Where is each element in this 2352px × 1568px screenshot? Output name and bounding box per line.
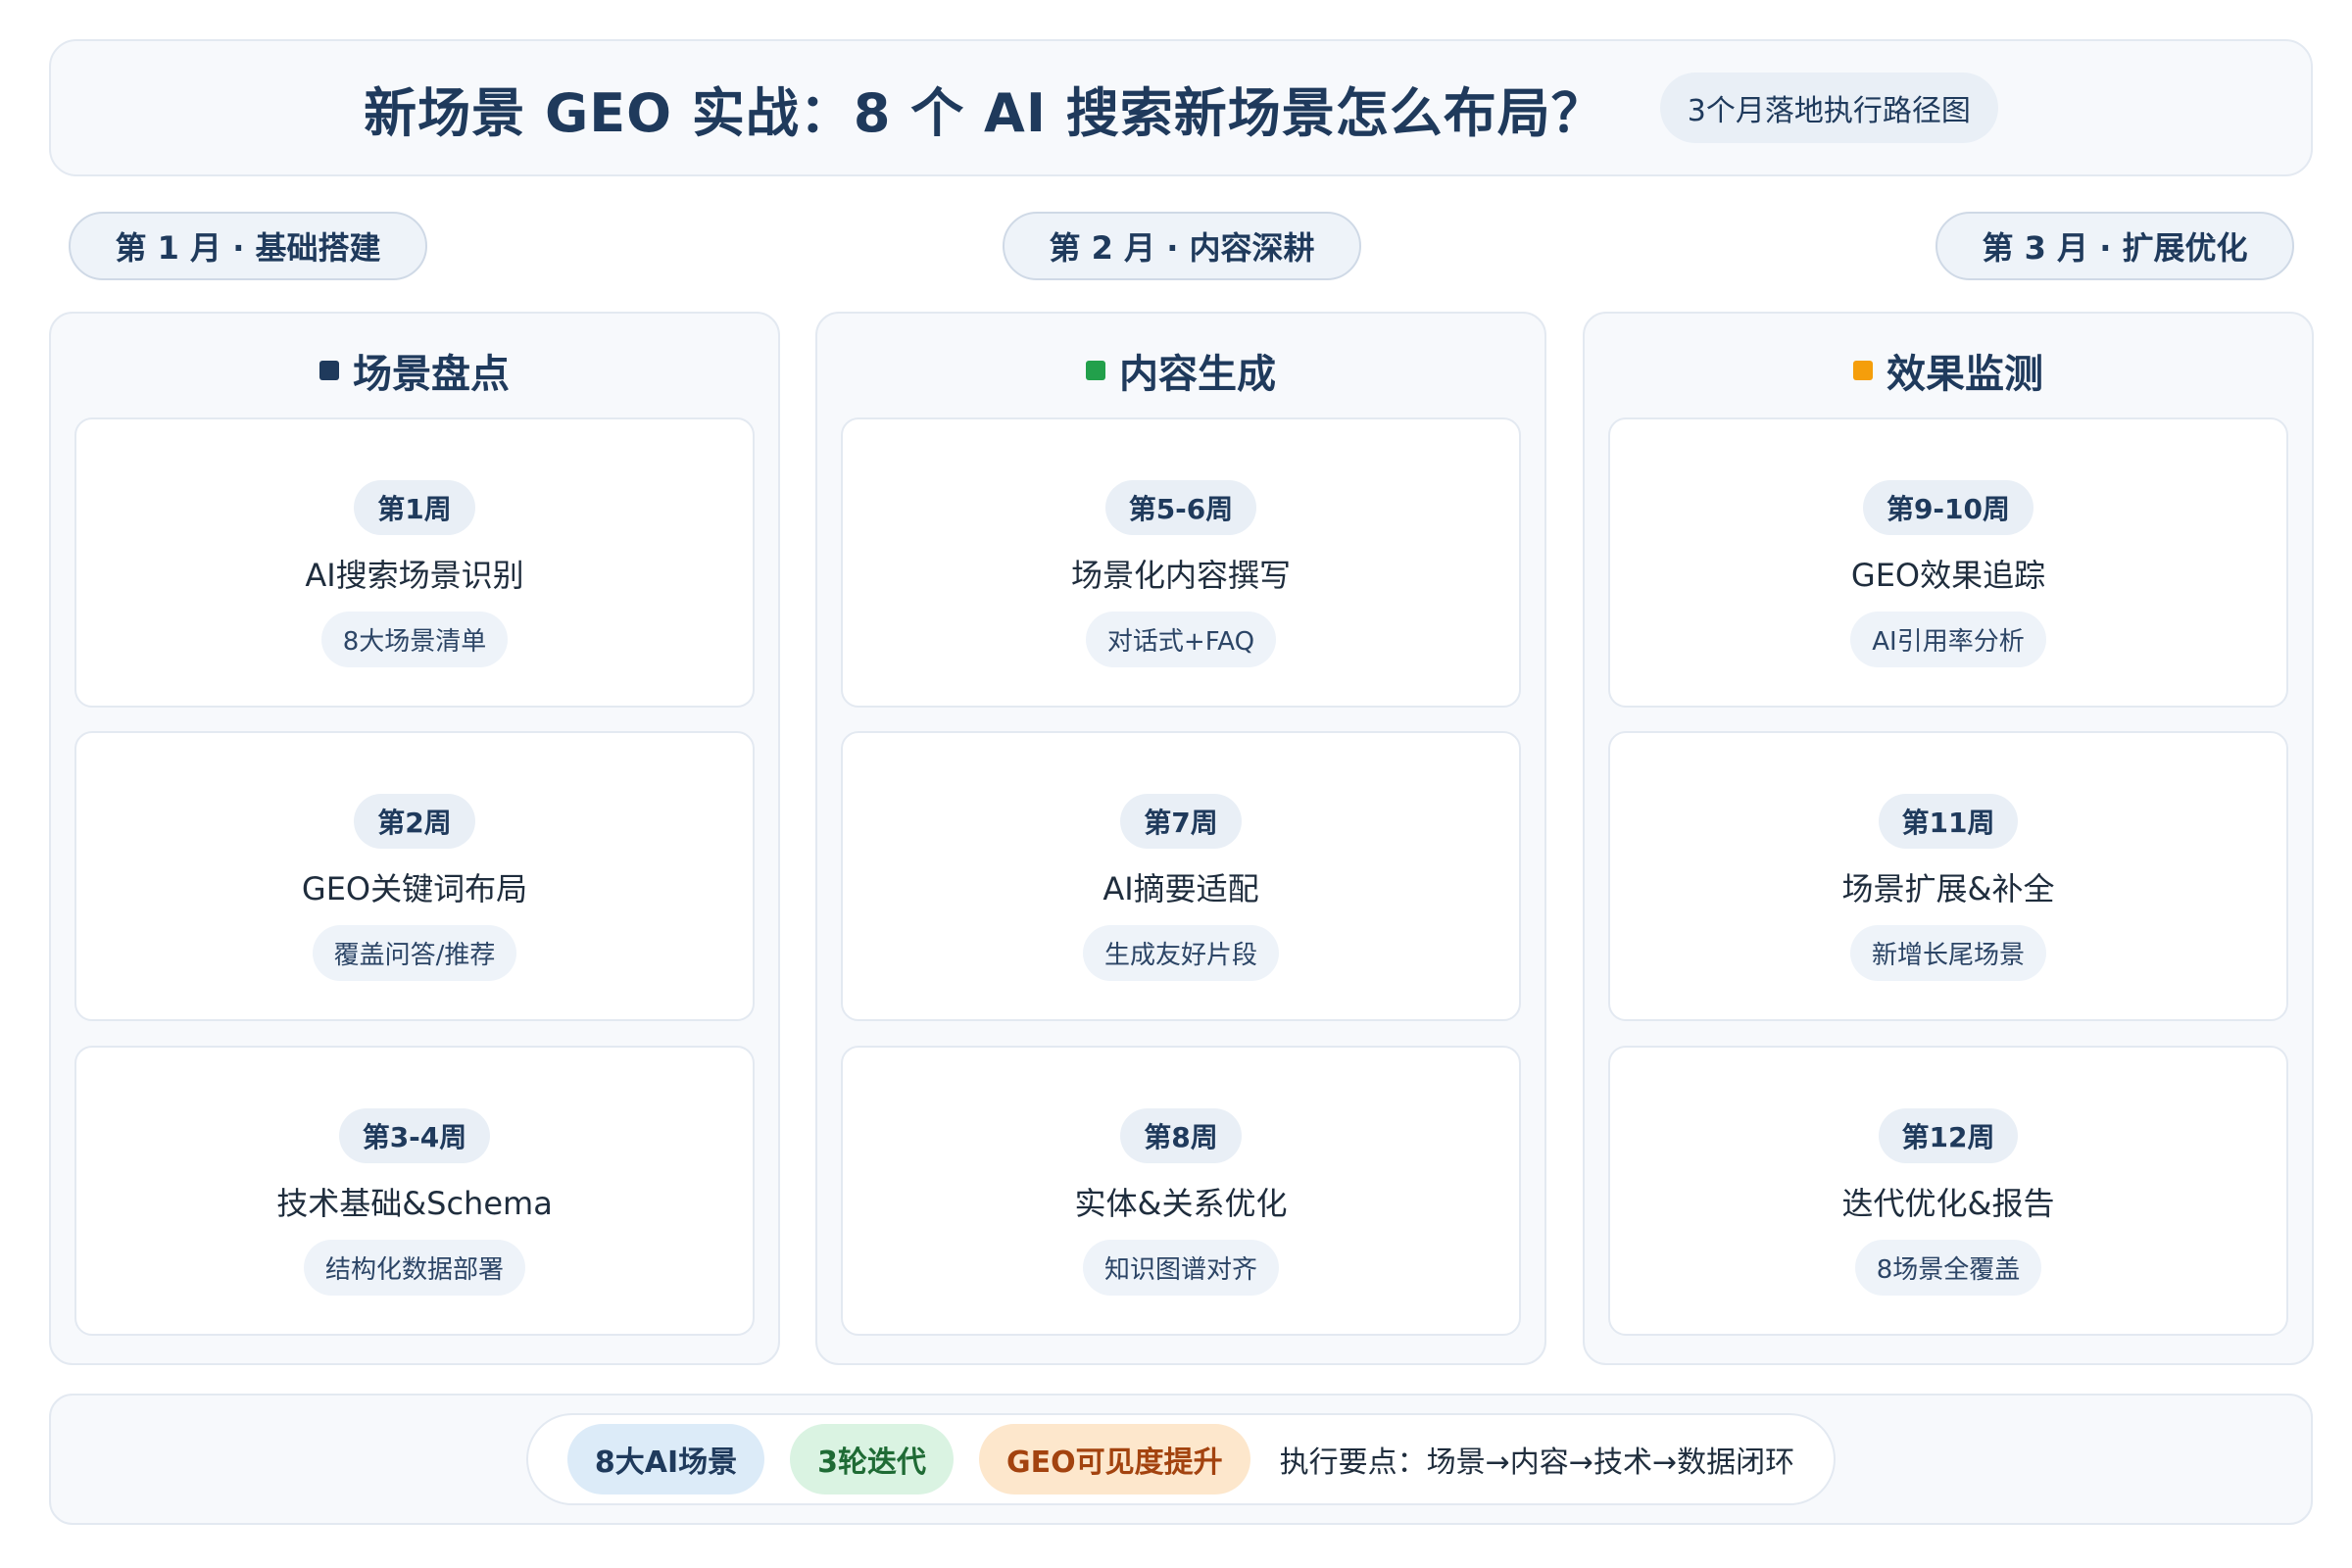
- column-title: 效果监测: [1886, 352, 2043, 397]
- task-card: 第2周 GEO关键词布局 覆盖问答/推荐: [74, 731, 755, 1021]
- column-header: 效果监测: [1585, 341, 2312, 400]
- task-title: 场景扩展&补全: [1841, 870, 2055, 907]
- footer-panel: 8大AI场景 3轮迭代 GEO可见度提升 执行要点：场景→内容→技术→数据闭环: [49, 1394, 2313, 1525]
- week-badge: 第8周: [1120, 1108, 1242, 1163]
- square-marker-icon: [319, 361, 339, 380]
- phase-column-effect-monitoring: 效果监测 第9-10周 GEO效果追踪 AI引用率分析 第11周 场景扩展&补全…: [1583, 312, 2314, 1365]
- week-badge: 第9-10周: [1862, 480, 2034, 535]
- column-header: 场景盘点: [51, 341, 778, 400]
- page-title: 新场景 GEO 实战：8 个 AI 搜索新场景怎么布局？: [364, 81, 1605, 144]
- header-panel: 新场景 GEO 实战：8 个 AI 搜索新场景怎么布局？ 3个月落地执行路径图: [49, 39, 2313, 176]
- month-3-label: 第 3 月 · 扩展优化: [1936, 212, 2294, 280]
- week-badge: 第11周: [1878, 794, 2019, 849]
- task-title: 迭代优化&报告: [1841, 1185, 2055, 1222]
- task-card: 第7周 AI摘要适配 生成友好片段: [841, 731, 1521, 1021]
- task-tag: 8大场景清单: [320, 612, 509, 667]
- execution-note: 执行要点：场景→内容→技术→数据闭环: [1279, 1446, 1795, 1480]
- task-card: 第9-10周 GEO效果追踪 AI引用率分析: [1608, 417, 2288, 708]
- task-tag: 覆盖问答/推荐: [312, 925, 517, 981]
- week-badge: 第7周: [1120, 794, 1242, 849]
- subtitle-badge: 3个月落地执行路径图: [1659, 73, 1998, 143]
- task-card: 第8周 实体&关系优化 知识图谱对齐: [841, 1046, 1521, 1336]
- task-title: AI搜索场景识别: [305, 557, 524, 594]
- task-title: AI摘要适配: [1102, 870, 1259, 907]
- week-badge: 第1周: [354, 480, 475, 535]
- iterations-badge: 3轮迭代: [790, 1424, 955, 1494]
- square-marker-icon: [1853, 361, 1873, 380]
- week-badge: 第5-6周: [1104, 480, 1257, 535]
- task-title: 场景化内容撰写: [1070, 557, 1291, 594]
- task-tag: AI引用率分析: [1850, 612, 2046, 667]
- column-title: 内容生成: [1119, 352, 1276, 397]
- task-tag: 结构化数据部署: [303, 1240, 525, 1296]
- task-tag: 知识图谱对齐: [1082, 1240, 1279, 1296]
- task-tag: 对话式+FAQ: [1085, 612, 1277, 667]
- task-card: 第11周 场景扩展&补全 新增长尾场景: [1608, 731, 2288, 1021]
- task-tag: 生成友好片段: [1082, 925, 1279, 981]
- task-title: 实体&关系优化: [1074, 1185, 1288, 1222]
- week-badge: 第12周: [1878, 1108, 2019, 1163]
- roadmap-page: 新场景 GEO 实战：8 个 AI 搜索新场景怎么布局？ 3个月落地执行路径图 …: [0, 0, 2352, 1568]
- summary-bar: 8大AI场景 3轮迭代 GEO可见度提升 执行要点：场景→内容→技术→数据闭环: [525, 1413, 1837, 1505]
- visibility-badge: GEO可见度提升: [979, 1424, 1250, 1494]
- task-card: 第12周 迭代优化&报告 8场景全覆盖: [1608, 1046, 2288, 1336]
- column-header: 内容生成: [817, 341, 1544, 400]
- month-2-label: 第 2 月 · 内容深耕: [1003, 212, 1361, 280]
- task-tag: 8场景全覆盖: [1854, 1240, 2042, 1296]
- task-title: GEO效果追踪: [1850, 557, 2046, 594]
- scenes-badge: 8大AI场景: [566, 1424, 765, 1494]
- month-1-label: 第 1 月 · 基础搭建: [69, 212, 427, 280]
- week-badge: 第2周: [354, 794, 475, 849]
- square-marker-icon: [1086, 361, 1105, 380]
- task-title: 技术基础&Schema: [276, 1185, 553, 1222]
- task-card: 第5-6周 场景化内容撰写 对话式+FAQ: [841, 417, 1521, 708]
- column-title: 场景盘点: [353, 352, 510, 397]
- task-tag: 新增长尾场景: [1849, 925, 2046, 981]
- phase-column-scene-inventory: 场景盘点 第1周 AI搜索场景识别 8大场景清单 第2周 GEO关键词布局 覆盖…: [49, 312, 780, 1365]
- week-badge: 第3-4周: [338, 1108, 491, 1163]
- phase-column-content-generation: 内容生成 第5-6周 场景化内容撰写 对话式+FAQ 第7周 AI摘要适配 生成…: [815, 312, 1546, 1365]
- task-title: GEO关键词布局: [301, 870, 528, 907]
- task-card: 第3-4周 技术基础&Schema 结构化数据部署: [74, 1046, 755, 1336]
- task-card: 第1周 AI搜索场景识别 8大场景清单: [74, 417, 755, 708]
